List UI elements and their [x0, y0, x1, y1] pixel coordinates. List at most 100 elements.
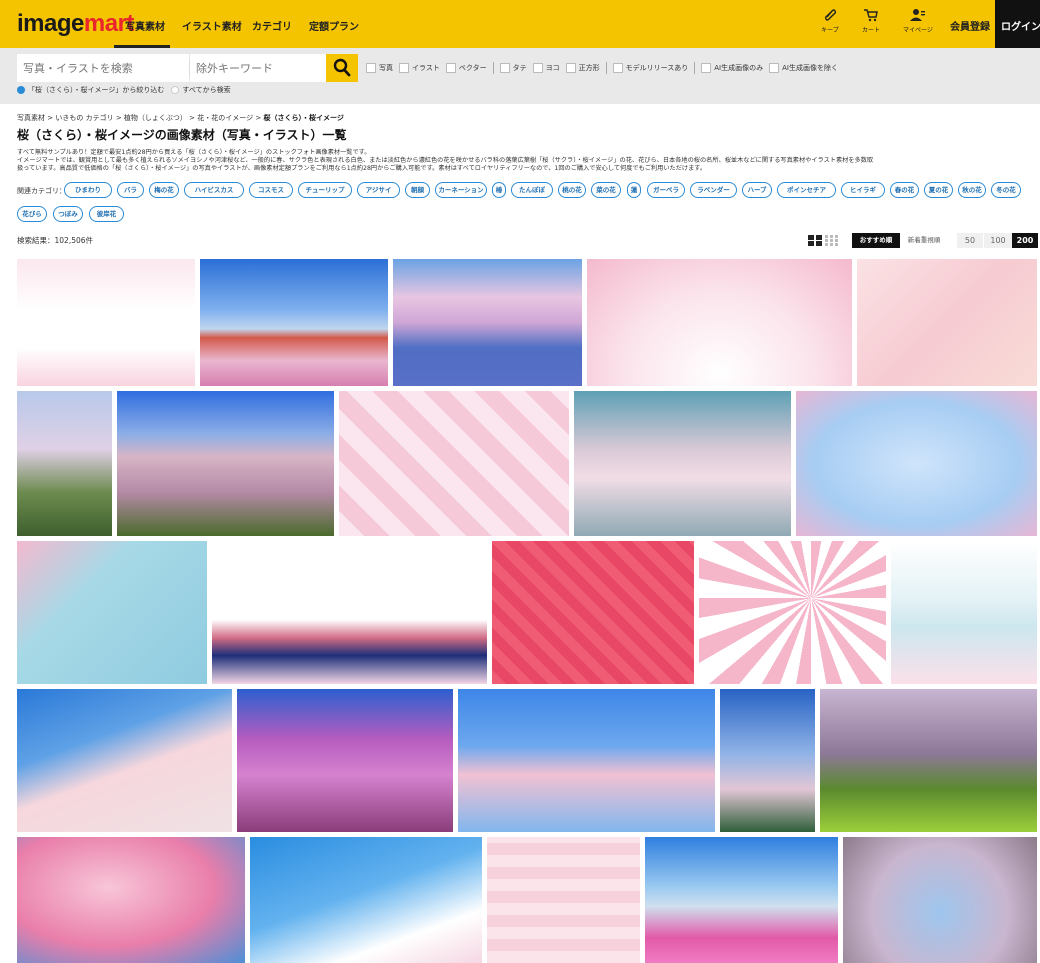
sort-newest[interactable]: 新着重視順 — [902, 233, 946, 248]
related-category-chip[interactable]: 椿 — [492, 182, 506, 198]
keep-button[interactable]: キープ — [810, 8, 850, 34]
breadcrumb-item[interactable]: 花・花のイメージ — [197, 114, 253, 122]
nav-plan[interactable]: 定額プラン — [309, 18, 359, 33]
exclude-keyword-input[interactable] — [190, 54, 326, 82]
checkbox[interactable] — [769, 63, 780, 73]
radio-all-label[interactable]: すべてから検索 — [182, 85, 230, 95]
related-category-chip[interactable]: 彼岸花 — [89, 206, 124, 222]
filter-ai-exclude[interactable]: AI生成画像を除く — [769, 63, 838, 73]
related-category-chip[interactable]: 夏の花 — [924, 182, 953, 198]
nav-category[interactable]: カテゴリ — [252, 18, 292, 33]
image-thumbnail[interactable] — [487, 837, 640, 963]
login-button[interactable]: ログイン — [995, 0, 1040, 48]
related-category-chip[interactable]: ハイビスカス — [184, 182, 244, 198]
checkbox[interactable] — [366, 63, 376, 73]
image-thumbnail[interactable] — [237, 689, 453, 832]
related-category-chip[interactable]: 蓮 — [627, 182, 641, 198]
related-category-chip[interactable]: 菜の花 — [591, 182, 621, 198]
related-category-chip[interactable]: 桃の花 — [558, 182, 586, 198]
image-thumbnail[interactable] — [17, 391, 112, 536]
image-thumbnail[interactable] — [117, 391, 334, 536]
image-thumbnail[interactable] — [699, 541, 886, 684]
filter-photo[interactable]: 写真 — [366, 63, 393, 73]
related-category-chip[interactable]: カーネーション — [435, 182, 487, 198]
mypage-button[interactable]: マイページ — [898, 8, 938, 34]
image-thumbnail[interactable] — [820, 689, 1037, 832]
related-category-chip[interactable]: コスモス — [249, 182, 293, 198]
related-category-chip[interactable]: つぼみ — [53, 206, 83, 222]
related-category-chip[interactable]: ハーブ — [742, 182, 772, 198]
image-thumbnail[interactable] — [891, 541, 1037, 684]
image-thumbnail[interactable] — [339, 391, 569, 536]
checkbox[interactable] — [399, 63, 409, 73]
checkbox[interactable] — [612, 63, 623, 73]
filter-portrait[interactable]: タテ — [499, 63, 527, 73]
related-category-chip[interactable]: 朝顔 — [405, 182, 430, 198]
site-logo[interactable]: imagemart — [17, 10, 134, 38]
divider — [492, 62, 494, 74]
filter-illustration[interactable]: イラスト — [399, 63, 440, 73]
checkbox[interactable] — [532, 63, 543, 73]
grid-large-icon[interactable] — [808, 235, 822, 246]
per-page-200[interactable]: 200 — [1012, 233, 1038, 248]
filter-square[interactable]: 正方形 — [565, 63, 600, 73]
per-page-100[interactable]: 100 — [984, 233, 1012, 248]
image-thumbnail[interactable] — [458, 689, 715, 832]
image-thumbnail[interactable] — [645, 837, 838, 963]
checkbox[interactable] — [445, 63, 456, 73]
image-thumbnail[interactable] — [17, 689, 232, 832]
nav-illustration[interactable]: イラスト素材 — [182, 18, 242, 33]
filter-model-release[interactable]: モデルリリースあり — [612, 63, 688, 73]
image-thumbnail[interactable] — [200, 259, 388, 386]
search-input[interactable] — [17, 54, 189, 82]
radio-narrow-label[interactable]: 「桜（さくら）・桜イメージ」から絞り込む — [28, 85, 164, 95]
related-category-chip[interactable]: アジサイ — [357, 182, 400, 198]
cart-button[interactable]: カート — [851, 8, 891, 34]
related-category-chip[interactable]: 花びら — [17, 206, 47, 222]
register-link[interactable]: 会員登録 — [950, 18, 990, 33]
checkbox[interactable] — [565, 63, 576, 73]
nav-photo[interactable]: 写真素材 — [125, 18, 165, 33]
image-thumbnail[interactable] — [574, 391, 791, 536]
related-category-chip[interactable]: 春の花 — [890, 182, 919, 198]
related-category-chip[interactable]: ガーベラ — [647, 182, 685, 198]
search-button[interactable] — [326, 54, 358, 82]
image-thumbnail[interactable] — [587, 259, 852, 386]
image-thumbnail[interactable] — [393, 259, 582, 386]
related-category-chip[interactable]: 秋の花 — [958, 182, 986, 198]
grid-small-icon[interactable] — [825, 235, 839, 246]
related-category-chip[interactable]: ラベンダー — [690, 182, 737, 198]
search-scope: 「桜（さくら）・桜イメージ」から絞り込む すべてから検索 — [17, 85, 231, 95]
breadcrumb-item[interactable]: 植物（しょくぶつ） — [124, 114, 187, 122]
related-category-chip[interactable]: チューリップ — [298, 182, 352, 198]
radio-all[interactable] — [171, 86, 180, 94]
related-category-chip[interactable]: バラ — [117, 182, 144, 198]
breadcrumb-item[interactable]: いきもの カテゴリ — [55, 114, 113, 122]
breadcrumb-item[interactable]: 写真素材 — [17, 114, 45, 122]
related-category-chip[interactable]: ひまわり — [64, 182, 112, 198]
image-thumbnail[interactable] — [250, 837, 482, 963]
image-thumbnail[interactable] — [843, 837, 1037, 963]
checkbox[interactable] — [701, 63, 712, 73]
image-thumbnail[interactable] — [857, 259, 1037, 386]
filter-vector[interactable]: ベクター — [445, 63, 487, 73]
related-category-chip[interactable]: ヒイラギ — [841, 182, 885, 198]
image-thumbnail[interactable] — [720, 689, 815, 832]
image-thumbnail[interactable] — [17, 259, 195, 386]
filter-ai-only[interactable]: AI生成画像のみ — [701, 63, 763, 73]
related-category-chip[interactable]: たんぽぽ — [511, 182, 553, 198]
image-thumbnail[interactable] — [796, 391, 1037, 536]
image-thumbnail[interactable] — [492, 541, 694, 684]
related-category-chip[interactable]: ポインセチア — [777, 182, 836, 198]
checkbox[interactable] — [499, 63, 510, 73]
image-thumbnail[interactable] — [212, 541, 487, 684]
image-thumbnail[interactable] — [17, 541, 207, 684]
per-page-50[interactable]: 50 — [957, 233, 983, 248]
sort-recommended[interactable]: おすすめ順 — [852, 233, 900, 248]
radio-narrow[interactable] — [17, 86, 25, 94]
related-category-chip[interactable]: 梅の花 — [149, 182, 179, 198]
related-category-chip[interactable]: 冬の花 — [991, 182, 1021, 198]
image-thumbnail[interactable] — [17, 837, 245, 963]
filter-landscape[interactable]: ヨコ — [532, 63, 560, 73]
breadcrumb-separator: > — [189, 114, 196, 122]
